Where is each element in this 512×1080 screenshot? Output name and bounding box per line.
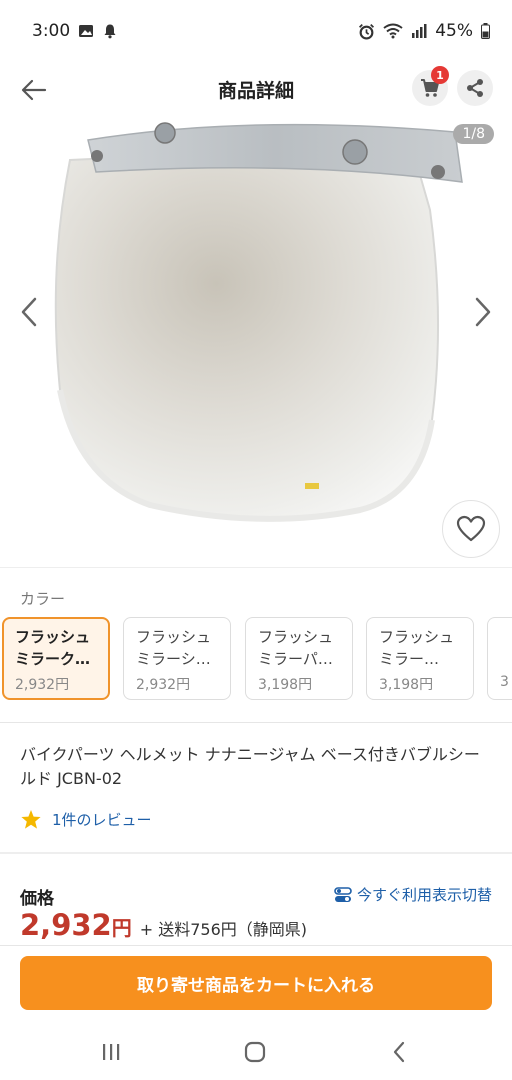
review-count-text: 1件のレビュー	[52, 811, 152, 829]
review-link[interactable]: 1件のレビュー	[20, 809, 152, 830]
variant-name-line2: ミラーシ…	[136, 650, 211, 668]
price-row: 2,932 円 + 送料756円（静岡県)	[20, 908, 307, 942]
share-button[interactable]	[457, 70, 493, 106]
battery-icon	[481, 23, 490, 39]
display-toggle-link[interactable]: 今すぐ利用表示切替	[334, 884, 492, 905]
divider	[0, 852, 512, 854]
variant-price: 2,932円	[15, 677, 70, 693]
color-variant-list: フラッシュ ミラーク… 2,932円 フラッシュ ミラーシ… 2,932円 フラ…	[0, 617, 512, 703]
home-button[interactable]	[240, 1038, 270, 1066]
system-back-button[interactable]	[384, 1038, 414, 1066]
color-section-label: カラー	[20, 590, 66, 608]
variant-name-line1: フラッシュ	[379, 628, 455, 646]
chevron-right-icon	[475, 297, 491, 327]
variant-name-line1: フラッシュ	[258, 628, 334, 646]
color-variant-option[interactable]: フラッシュ ミラーク… 2,932円	[2, 617, 110, 700]
add-to-cart-button[interactable]: 取り寄せ商品をカートに入れる	[20, 956, 492, 1010]
battery-percent: 45%	[435, 21, 473, 41]
toggle-text: 今すぐ利用表示切替	[356, 886, 492, 904]
color-variant-option[interactable]: フラッシュ ミラーシ… 2,932円	[123, 617, 231, 700]
chevron-left-icon	[393, 1041, 405, 1063]
variant-name-line2: ミラーク…	[15, 650, 91, 668]
product-image-gallery[interactable]: 1/8	[0, 120, 512, 568]
alarm-icon	[359, 23, 375, 39]
status-bar: 3:00 45%	[0, 0, 512, 62]
gallery-notification-icon	[79, 25, 94, 37]
app-bar: 商品詳細 1	[0, 62, 512, 118]
cart-count-badge: 1	[431, 66, 449, 84]
home-icon	[244, 1041, 266, 1063]
heart-icon	[456, 515, 486, 542]
image-counter: 1/8	[453, 124, 494, 144]
variant-name-line2: ミラーパ…	[258, 650, 333, 668]
product-image	[54, 122, 463, 522]
product-title: バイクパーツ ヘルメット ナナニージャム ベース付きバブルシールド JCBN-0…	[20, 745, 480, 788]
cart-button[interactable]: 1	[412, 66, 449, 106]
bell-icon	[104, 24, 116, 39]
toggle-icon	[334, 886, 352, 902]
variant-price: 3,198円	[379, 677, 434, 693]
clock: 3:00	[32, 21, 71, 41]
variant-price: 3,198円	[258, 677, 313, 693]
color-variant-option[interactable]: フラッシュ ミラーパ… 3,198円	[245, 617, 353, 700]
recent-apps-icon	[103, 1044, 120, 1060]
shipping-fee: + 送料756円（静岡県)	[139, 920, 308, 939]
star-icon	[21, 810, 41, 829]
price-unit: 円	[111, 916, 132, 940]
signal-icon	[412, 24, 427, 38]
favorite-button[interactable]	[442, 500, 500, 558]
chevron-left-icon	[21, 297, 37, 327]
color-variant-option[interactable]: フ ミ 3	[487, 617, 512, 700]
divider	[0, 945, 512, 946]
variant-name-line1: フラッシュ	[15, 628, 91, 646]
system-navigation-bar	[0, 1024, 512, 1080]
color-variant-option[interactable]: フラッシュ ミラー… 3,198円	[366, 617, 474, 700]
previous-image-button[interactable]	[14, 292, 44, 332]
wifi-icon	[383, 23, 403, 39]
price-label: 価格	[20, 889, 54, 909]
price-amount: 2,932	[20, 908, 112, 942]
recent-apps-button[interactable]	[96, 1038, 126, 1066]
variant-name-line2: ミラー…	[379, 650, 440, 668]
divider	[0, 722, 512, 723]
variant-name-line1: フラッシュ	[136, 628, 212, 646]
variant-price: 2,932円	[136, 677, 191, 693]
share-icon	[467, 79, 483, 97]
next-image-button[interactable]	[468, 292, 498, 332]
